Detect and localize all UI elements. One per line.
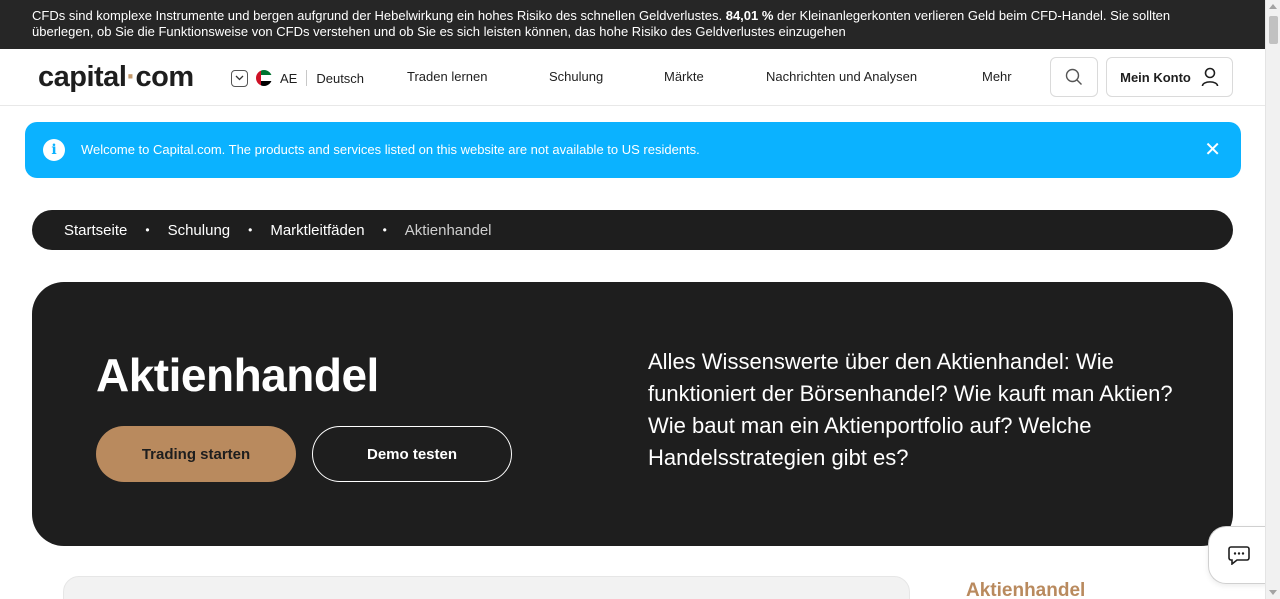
user-icon <box>1201 67 1219 87</box>
nav-nachrichten-und-analysen[interactable]: Nachrichten und Analysen <box>766 69 917 84</box>
hero-section: Aktienhandel Trading starten Demo testen… <box>32 282 1233 546</box>
nav-mehr[interactable]: Mehr <box>982 69 1012 84</box>
nav-maerkte[interactable]: Märkte <box>664 69 704 84</box>
risk-warning-percent: 84,01 % <box>725 8 774 23</box>
toc-title[interactable]: Aktienhandel <box>966 580 1085 599</box>
chat-button[interactable] <box>1208 526 1268 584</box>
info-icon: i <box>43 139 65 161</box>
my-account-label: Mein Konto <box>1120 69 1191 85</box>
site-header: capital·com AE Deutsch Traden lernen Sch… <box>0 49 1265 106</box>
chat-icon <box>1227 546 1250 565</box>
logo[interactable]: capital·com <box>38 61 194 94</box>
close-icon[interactable]: ✕ <box>1204 140 1221 160</box>
logo-tld: com <box>135 61 195 93</box>
try-demo-button[interactable]: Demo testen <box>312 426 512 482</box>
region-language-selector[interactable]: AE Deutsch <box>231 68 364 88</box>
chevron-down-icon[interactable] <box>231 69 248 87</box>
content-card <box>63 576 910 599</box>
scrollbar-thumb[interactable] <box>1269 16 1278 44</box>
breadcrumb-separator: • <box>145 223 150 237</box>
start-trading-button[interactable]: Trading starten <box>96 426 296 482</box>
search-button[interactable] <box>1050 57 1098 97</box>
breadcrumb-current: Aktienhandel <box>404 221 492 239</box>
scroll-down-icon[interactable] <box>1269 590 1277 595</box>
divider <box>306 70 308 86</box>
us-residents-notice: i Welcome to Capital.com. The products a… <box>25 122 1241 178</box>
risk-warning-text: CFDs sind komplexe Instrumente und berge… <box>32 8 723 23</box>
breadcrumb-schulung[interactable]: Schulung <box>168 222 231 239</box>
breadcrumb-separator: • <box>382 223 387 237</box>
language-label: Deutsch <box>316 70 365 86</box>
risk-warning-bar: CFDs sind komplexe Instrumente und berge… <box>0 0 1265 49</box>
breadcrumb-separator: • <box>248 223 253 237</box>
breadcrumb: Startseite • Schulung • Marktleitfäden •… <box>32 210 1233 250</box>
nav-schulung[interactable]: Schulung <box>549 69 603 84</box>
breadcrumb-marktleitfaeden[interactable]: Marktleitfäden <box>270 222 364 239</box>
scroll-up-icon[interactable] <box>1269 4 1277 9</box>
notice-text: Welcome to Capital.com. The products and… <box>81 142 700 157</box>
uae-flag-icon <box>256 70 272 86</box>
logo-dot: · <box>126 61 136 93</box>
logo-main: capital <box>38 61 127 93</box>
breadcrumb-startseite[interactable]: Startseite <box>64 222 127 239</box>
page-title: Aktienhandel <box>96 349 379 401</box>
my-account-button[interactable]: Mein Konto <box>1106 57 1233 97</box>
nav-traden-lernen[interactable]: Traden lernen <box>407 69 487 84</box>
hero-description: Alles Wissenswerte über den Aktienhandel… <box>648 349 1173 470</box>
page-scrollbar[interactable] <box>1265 0 1280 599</box>
region-code: AE <box>280 70 298 86</box>
search-icon <box>1065 68 1082 85</box>
